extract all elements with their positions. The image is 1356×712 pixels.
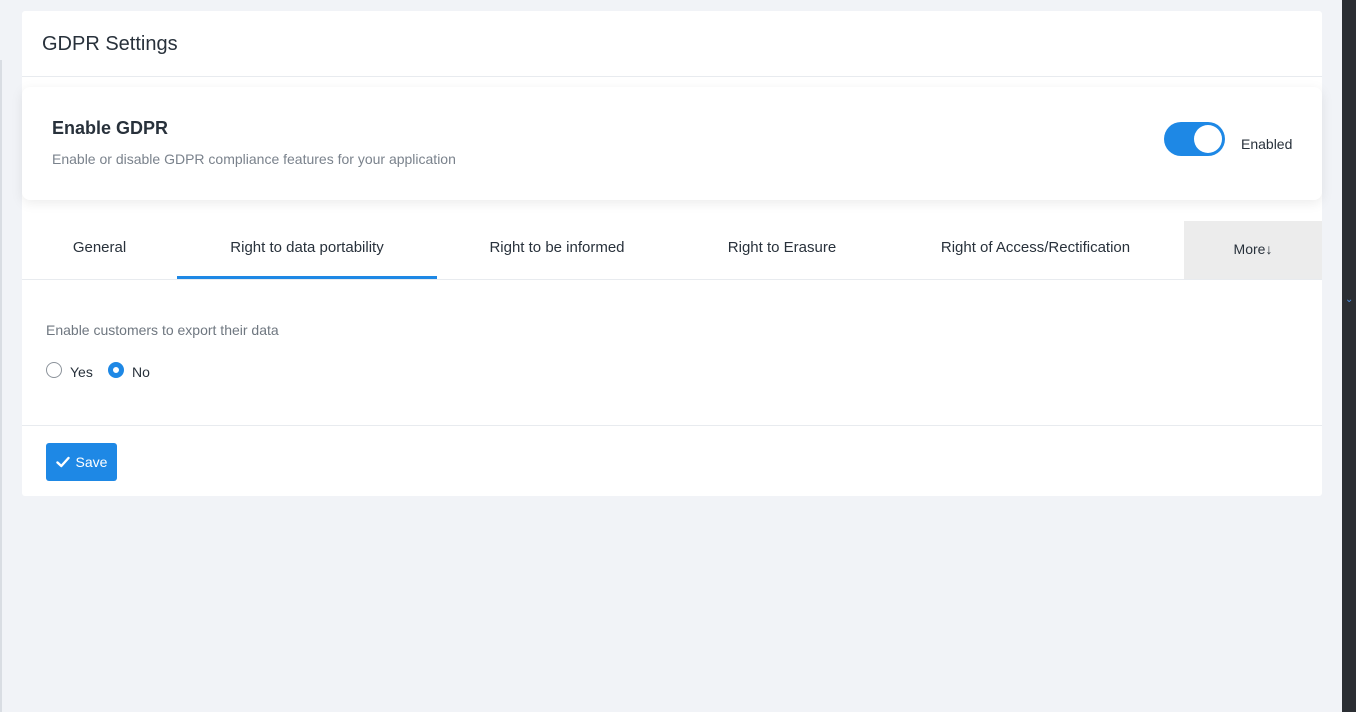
settings-card: GDPR Settings Enable GDPR Enable or disa… [22,11,1322,496]
save-button[interactable]: Save [46,443,117,481]
radio-no[interactable] [108,362,124,378]
enable-gdpr-title: Enable GDPR [52,118,169,138]
tab-data-portability[interactable]: Right to data portability [177,221,437,279]
toggle-status-label: Enabled [1241,136,1293,152]
enable-gdpr-toggle[interactable] [1164,122,1225,156]
radio-yes[interactable] [46,362,62,378]
tab-right-to-erasure[interactable]: Right to Erasure [677,221,887,279]
data-portability-panel: Enable customers to export their data Ye… [46,322,1296,380]
tab-right-to-be-informed[interactable]: Right to be informed [437,221,677,279]
save-button-label: Save [75,454,108,470]
right-scroll-gutter[interactable]: ⌄ [1342,0,1356,712]
card-header: GDPR Settings [22,11,1322,77]
radio-no-label[interactable]: No [132,364,150,380]
export-data-question: Enable customers to export their data [46,322,279,338]
toggle-knob [1194,125,1222,153]
export-data-radio-group: Yes No [46,362,246,382]
tab-more[interactable]: More↓ [1184,221,1322,279]
tab-general[interactable]: General [22,221,177,279]
gdpr-tabs: General Right to data portability Right … [22,221,1322,280]
tab-access-rectification[interactable]: Right of Access/Rectification [887,221,1184,279]
page-title: GDPR Settings [42,33,178,55]
card-footer: Save [22,425,1322,496]
left-edge-divider [0,60,2,712]
enable-gdpr-panel: Enable GDPR Enable or disable GDPR compl… [22,87,1322,200]
check-icon [55,456,70,468]
page: ⌄ GDPR Settings Enable GDPR Enable or di… [0,0,1356,712]
enable-gdpr-description: Enable or disable GDPR compliance featur… [52,151,456,167]
chevron-down-icon: ⌄ [1345,294,1354,305]
radio-yes-label[interactable]: Yes [70,364,93,380]
